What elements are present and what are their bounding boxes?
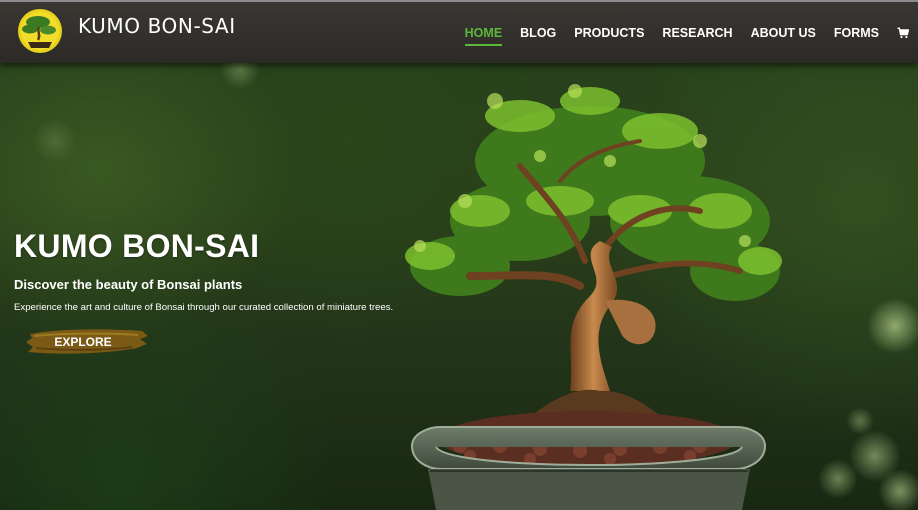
nav-forms[interactable]: FORMS [834, 26, 879, 40]
site-header: KUMO BON-SAI HOME BLOG PRODUCTS RESEARCH… [0, 0, 918, 63]
nav-research[interactable]: RESEARCH [662, 26, 732, 40]
hero-title: KUMO BON-SAI [14, 228, 260, 264]
shopping-cart-icon[interactable] [897, 27, 909, 39]
hero-section: KUMO BON-SAI Discover the beauty of Bons… [0, 61, 918, 510]
hero-description: Experience the art and culture of Bonsai… [14, 302, 394, 313]
bonsai-logo-icon[interactable] [16, 7, 64, 57]
nav-products[interactable]: PRODUCTS [574, 26, 644, 40]
nav-home[interactable]: HOME [464, 26, 502, 46]
brand-name[interactable]: KUMO BON-SAI [78, 14, 236, 38]
main-nav: HOME BLOG PRODUCTS RESEARCH ABOUT US FOR… [464, 2, 918, 63]
hero-subtitle: Discover the beauty of Bonsai plants [14, 277, 243, 292]
explore-button-label: EXPLORE [54, 335, 112, 349]
nav-about-us[interactable]: ABOUT US [751, 26, 816, 40]
nav-blog[interactable]: BLOG [520, 26, 556, 40]
explore-button[interactable]: EXPLORE [24, 327, 150, 357]
